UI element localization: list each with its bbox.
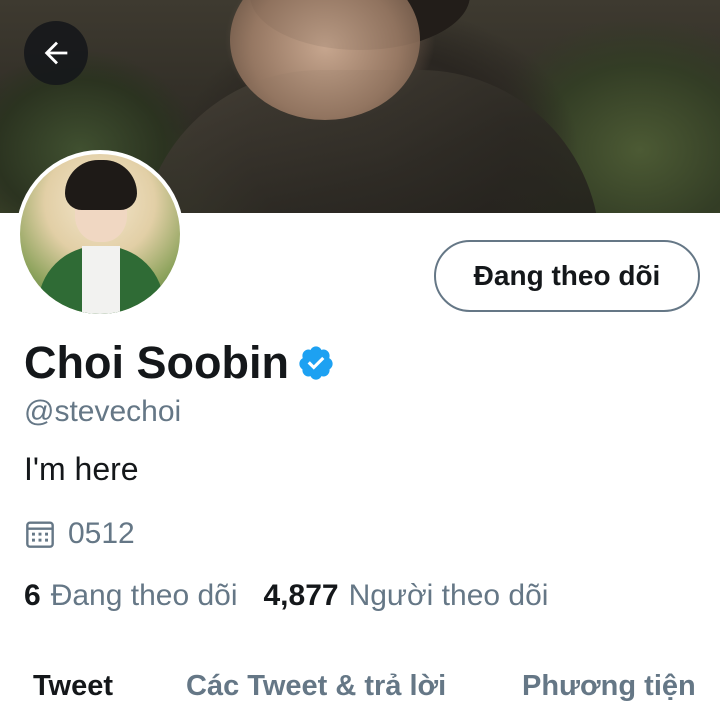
- profile-tabs: Tweet Các Tweet & trả lời Phương tiện: [0, 660, 720, 728]
- verified-badge-icon: [299, 346, 333, 380]
- calendar-icon: [26, 521, 54, 548]
- follow-stats: 6 Đang theo dõi 4,877 Người theo dõi: [24, 578, 548, 614]
- tab-media[interactable]: Phương tiện: [522, 668, 696, 704]
- profile-bio: I'm here: [24, 451, 139, 487]
- avatar-image: [20, 154, 180, 314]
- following-link[interactable]: 6 Đang theo dõi: [24, 578, 238, 614]
- following-button[interactable]: Đang theo dõi: [434, 240, 700, 312]
- back-button[interactable]: [24, 21, 88, 85]
- followers-link[interactable]: 4,877 Người theo dõi: [264, 578, 549, 614]
- profile-joined: 0512: [24, 516, 135, 552]
- followers-count: 4,877: [263, 579, 339, 612]
- tab-tweets[interactable]: Tweet: [33, 668, 113, 704]
- profile-handle: @stevechoi: [24, 395, 182, 428]
- followers-label: Người theo dõi: [348, 579, 549, 612]
- profile-name-row: Choi Soobin: [24, 336, 335, 390]
- arrow-left-icon: [44, 41, 68, 65]
- avatar[interactable]: [16, 150, 184, 318]
- following-count: 6: [24, 579, 41, 612]
- tab-tweets-and-replies[interactable]: Các Tweet & trả lời: [186, 668, 446, 704]
- following-label: Đang theo dõi: [50, 579, 238, 612]
- profile-name: Choi Soobin: [24, 337, 289, 388]
- joined-text: 0512: [68, 517, 135, 550]
